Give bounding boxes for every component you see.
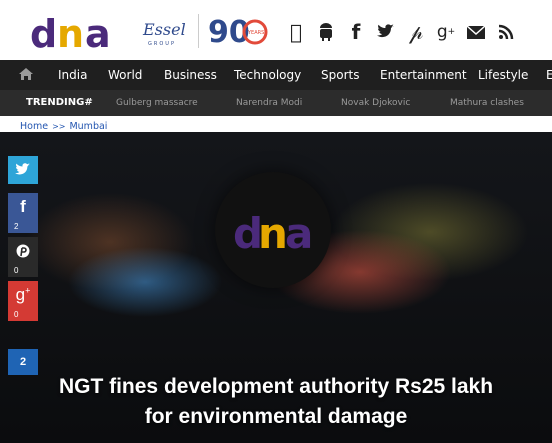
breadcrumb: Home >> Mumbai — [20, 121, 107, 132]
rss-icon[interactable] — [491, 20, 521, 44]
breadcrumb-separator: >> — [52, 122, 66, 131]
google-plus-icon[interactable]: g + — [431, 20, 461, 44]
nav-item-entertainment[interactable]: Entertainment — [380, 68, 467, 82]
svg-text:n: n — [57, 14, 82, 52]
article-hero-image: d n a NGT fines development authority Rs… — [0, 132, 552, 443]
facebook-share-button[interactable]: f — [8, 193, 38, 221]
header-divider — [198, 14, 199, 48]
android-icon[interactable] — [311, 20, 341, 44]
trending-bar: TRENDING# Gulberg massacre Narendra Modi… — [0, 90, 552, 116]
nav-item-business[interactable]: Business — [164, 68, 217, 82]
svg-text:d: d — [30, 14, 55, 52]
google-plus-share-button[interactable]: g+ — [8, 281, 38, 309]
nav-item-more[interactable]: E — [546, 68, 552, 82]
main-nav: India World Business Technology Sports E… — [0, 60, 552, 90]
hero-dna-logo: d n a — [233, 209, 313, 254]
google-plus-share-count: 0 — [8, 309, 38, 321]
facebook-icon: f — [20, 197, 26, 216]
headline-line-1: NGT fines development authority Rs25 lak… — [58, 375, 494, 398]
site-header: d n a Essel GROUP 90 YEARS  f 𝓅 g+ — [0, 0, 552, 60]
total-share-count: 2 — [8, 349, 38, 375]
svg-text:a: a — [85, 14, 111, 52]
essel-group-logo: Essel GROUP — [142, 20, 186, 47]
svg-text:GROUP: GROUP — [148, 41, 176, 47]
trending-item[interactable]: Novak Djokovic — [341, 98, 410, 108]
facebook-icon[interactable]: f — [341, 20, 371, 44]
trending-label: TRENDING# — [26, 97, 93, 108]
apple-icon[interactable]:  — [281, 20, 311, 44]
pinterest-icon — [16, 244, 30, 258]
svg-text:a: a — [285, 209, 313, 254]
home-icon[interactable] — [18, 66, 34, 82]
dna-logo[interactable]: d n a — [30, 14, 122, 52]
ninety-years-logo: 90 YEARS — [208, 15, 268, 48]
twitter-icon — [15, 163, 30, 175]
pinterest-share-button[interactable] — [8, 237, 38, 265]
nav-item-india[interactable]: India — [58, 68, 87, 82]
google-plus-icon: g+ — [15, 285, 31, 304]
email-icon[interactable] — [461, 20, 491, 44]
svg-text:d: d — [233, 209, 260, 254]
share-bar: f 2 0 g+ 0 — [8, 156, 38, 321]
top-social-links:  f 𝓅 g+ — [281, 20, 521, 44]
headline-line-2: for environmental damage — [144, 405, 408, 428]
trending-item[interactable]: Gulberg massacre — [116, 98, 198, 108]
twitter-share-button[interactable] — [8, 156, 38, 184]
svg-text:n: n — [258, 209, 285, 254]
breadcrumb-section[interactable]: Mumbai — [69, 121, 107, 132]
nav-item-technology[interactable]: Technology — [234, 68, 301, 82]
pinterest-share-count: 0 — [8, 265, 38, 277]
pinterest-icon[interactable]: 𝓅 — [401, 20, 431, 44]
twitter-icon[interactable] — [371, 20, 401, 44]
nav-item-sports[interactable]: Sports — [321, 68, 359, 82]
article-headline: NGT fines development authority Rs25 lak… — [0, 372, 552, 432]
nav-item-world[interactable]: World — [108, 68, 142, 82]
trending-item[interactable]: Mathura clashes — [450, 98, 524, 108]
svg-text:Essel: Essel — [142, 20, 186, 39]
facebook-share-count: 2 — [8, 221, 38, 233]
trending-item[interactable]: Narendra Modi — [236, 98, 302, 108]
breadcrumb-home[interactable]: Home — [20, 121, 48, 132]
nav-item-lifestyle[interactable]: Lifestyle — [478, 68, 528, 82]
svg-text:YEARS: YEARS — [247, 30, 264, 36]
